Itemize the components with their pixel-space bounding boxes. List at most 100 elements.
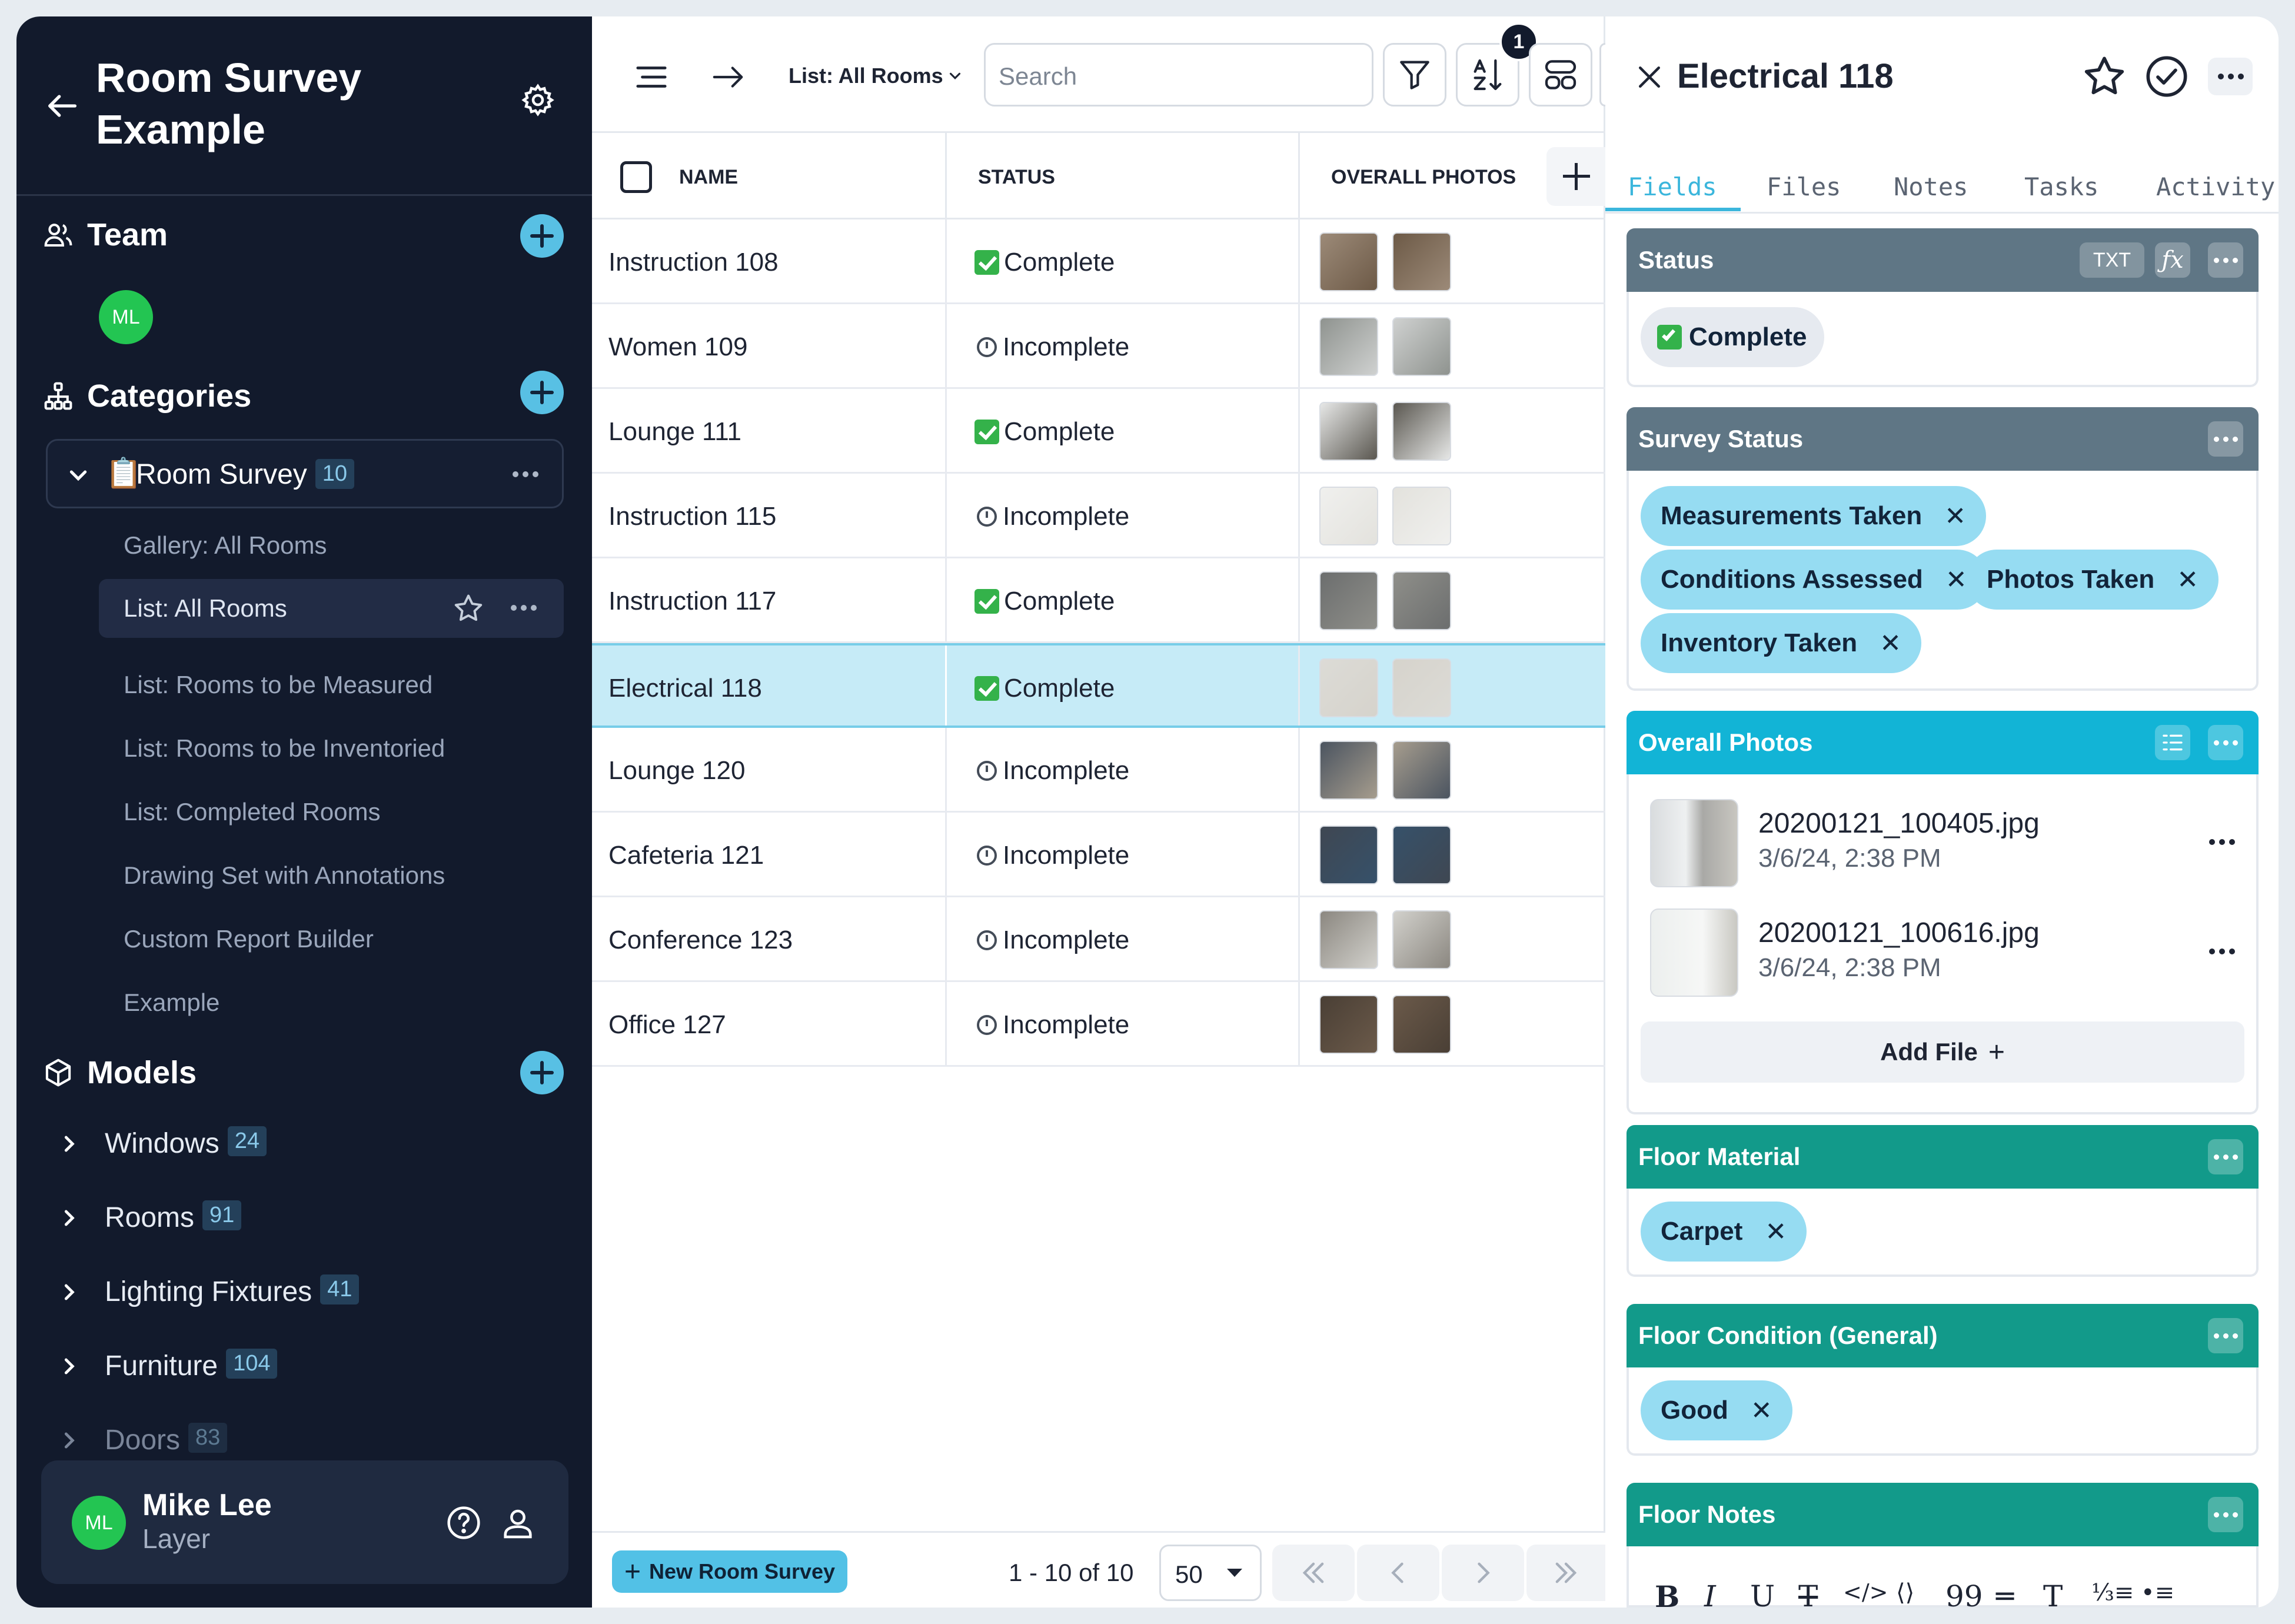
add-column-button[interactable] xyxy=(1546,147,1605,206)
view-completed-rooms[interactable]: List: Completed Rooms xyxy=(124,798,381,826)
field-more-button[interactable] xyxy=(2208,421,2243,457)
row-status[interactable]: Complete xyxy=(974,248,1115,277)
code-icon[interactable]: </> xyxy=(1843,1579,1888,1605)
photo-thumbnail[interactable] xyxy=(1392,741,1451,800)
row-status[interactable]: Incomplete xyxy=(974,332,1129,362)
code-block-icon[interactable]: ⟨⟩ xyxy=(1896,1579,1914,1606)
photo-thumbnail[interactable] xyxy=(1319,317,1378,376)
help-icon[interactable] xyxy=(445,1504,483,1542)
more-icon[interactable] xyxy=(513,471,538,477)
check-circle-icon[interactable] xyxy=(2143,53,2190,100)
table-row[interactable]: Cafeteria 121 Incomplete xyxy=(592,813,1605,897)
view-example[interactable]: Example xyxy=(124,989,219,1017)
photo-thumbnail[interactable] xyxy=(1392,826,1451,884)
column-header-overall-photos[interactable]: OVERALL PHOTOS xyxy=(1331,166,1516,189)
view-gallery-all-rooms[interactable]: Gallery: All Rooms xyxy=(124,531,327,560)
gallery-view-button[interactable] xyxy=(2155,725,2190,760)
add-file-button[interactable]: Add File + xyxy=(1641,1021,2244,1083)
tag-chip[interactable]: Photos Taken ✕ xyxy=(1967,550,2219,610)
remove-tag-icon[interactable]: ✕ xyxy=(1945,565,1967,595)
quote-icon[interactable]: 99 xyxy=(1945,1579,1983,1608)
add-category-button[interactable] xyxy=(520,371,564,414)
photo-thumbnail[interactable] xyxy=(1319,487,1378,545)
tab-activity[interactable]: Activity xyxy=(2156,172,2275,201)
chevron-down-icon[interactable] xyxy=(946,67,964,85)
photo-thumbnail[interactable] xyxy=(1319,995,1378,1054)
close-icon[interactable] xyxy=(1634,61,1665,93)
select-all-checkbox[interactable] xyxy=(620,161,652,193)
model-lighting-fixtures[interactable]: Lighting Fixtures 41 xyxy=(58,1274,360,1308)
table-row[interactable]: Instruction 115 Incomplete xyxy=(592,474,1605,558)
formula-button[interactable]: ƒx xyxy=(2155,242,2190,278)
remove-tag-icon[interactable]: ✕ xyxy=(1765,1217,1787,1247)
star-icon[interactable] xyxy=(452,592,485,625)
model-windows[interactable]: Windows 24 xyxy=(58,1126,267,1160)
tab-tasks[interactable]: Tasks xyxy=(2024,172,2098,201)
tag-chip[interactable]: Conditions Assessed ✕ xyxy=(1641,550,1987,610)
gear-icon[interactable] xyxy=(520,82,556,118)
arrow-right-icon[interactable] xyxy=(710,59,746,95)
more-button[interactable] xyxy=(2208,58,2253,95)
table-row[interactable]: Office 127 Incomplete xyxy=(592,982,1605,1067)
field-more-button[interactable] xyxy=(2208,242,2243,278)
row-status[interactable]: Incomplete xyxy=(974,841,1129,870)
text-style-icon[interactable]: T xyxy=(2043,1579,2063,1608)
tag-chip[interactable]: Good ✕ xyxy=(1641,1380,1792,1440)
table-row[interactable]: Conference 123 Incomplete xyxy=(592,897,1605,982)
photo-thumbnail[interactable] xyxy=(1319,571,1378,630)
row-status[interactable]: Incomplete xyxy=(974,502,1129,531)
view-rooms-to-be-measured[interactable]: List: Rooms to be Measured xyxy=(124,671,433,699)
filter-button[interactable] xyxy=(1383,43,1446,107)
view-list-all-rooms[interactable]: List: All Rooms xyxy=(99,579,564,638)
view-rooms-to-be-inventoried[interactable]: List: Rooms to be Inventoried xyxy=(124,734,445,763)
row-status[interactable]: Complete xyxy=(974,587,1115,616)
search-input[interactable]: Search xyxy=(984,43,1373,107)
field-more-button[interactable] xyxy=(2208,1318,2243,1353)
underline-icon[interactable]: U xyxy=(1750,1579,1775,1608)
back-arrow-icon[interactable] xyxy=(44,87,81,125)
table-row[interactable]: Lounge 120 Incomplete xyxy=(592,728,1605,813)
table-row[interactable]: Instruction 108 Complete xyxy=(592,219,1605,304)
model-doors[interactable]: Doors 83 xyxy=(58,1423,228,1456)
photo-thumbnail[interactable] xyxy=(1392,571,1451,630)
strikethrough-icon[interactable]: T xyxy=(1798,1579,1818,1608)
remove-tag-icon[interactable]: ✕ xyxy=(1944,501,1966,531)
table-row[interactable]: Instruction 117 Complete xyxy=(592,558,1605,643)
table-row[interactable]: Women 109 Incomplete xyxy=(592,304,1605,389)
tab-notes[interactable]: Notes xyxy=(1894,172,1968,201)
tag-chip[interactable]: Measurements Taken ✕ xyxy=(1641,486,1987,546)
add-model-button[interactable] xyxy=(520,1051,564,1094)
page-size-select[interactable]: 50 xyxy=(1159,1545,1262,1601)
row-status[interactable]: Complete xyxy=(974,674,1115,703)
divider-icon[interactable]: ═ xyxy=(1996,1579,2014,1608)
model-furniture[interactable]: Furniture 104 xyxy=(58,1349,278,1382)
photo-thumbnail[interactable] xyxy=(1392,402,1451,461)
italic-icon[interactable]: I xyxy=(1704,1579,1716,1608)
table-row[interactable]: Lounge 111 Complete xyxy=(592,389,1605,474)
more-icon[interactable] xyxy=(2209,839,2235,845)
file-item[interactable]: 20200121_100616.jpg 3/6/24, 2:38 PM xyxy=(1650,908,2239,1003)
tab-fields[interactable]: Fields xyxy=(1628,172,1717,201)
tag-chip[interactable]: Inventory Taken ✕ xyxy=(1641,613,1922,673)
tab-files[interactable]: Files xyxy=(1767,172,1841,201)
model-rooms[interactable]: Rooms 91 xyxy=(58,1200,242,1234)
column-header-status[interactable]: STATUS xyxy=(978,166,1055,189)
team-avatar[interactable]: ML xyxy=(99,290,153,344)
category-room-survey[interactable]: 📋 Room Survey 10 xyxy=(46,439,564,508)
user-card[interactable]: ML Mike Lee Layer xyxy=(41,1460,568,1584)
photo-thumbnail[interactable] xyxy=(1319,658,1378,717)
photo-thumbnail[interactable] xyxy=(1392,317,1451,376)
row-status[interactable]: Incomplete xyxy=(974,756,1129,786)
file-item[interactable]: 20200121_100405.jpg 3/6/24, 2:38 PM xyxy=(1650,799,2239,893)
menu-icon[interactable] xyxy=(633,59,670,95)
row-status[interactable]: Incomplete xyxy=(974,926,1129,955)
bullet-list-icon[interactable]: •≡ xyxy=(2141,1579,2174,1606)
view-selector[interactable]: List: All Rooms xyxy=(789,64,943,88)
remove-tag-icon[interactable]: ✕ xyxy=(2177,565,2198,595)
last-page-button[interactable] xyxy=(1526,1545,1605,1601)
photo-thumbnail[interactable] xyxy=(1392,487,1451,545)
photo-thumbnail[interactable] xyxy=(1319,910,1378,969)
row-status[interactable]: Complete xyxy=(974,417,1115,447)
row-status[interactable]: Incomplete xyxy=(974,1010,1129,1040)
new-room-survey-button[interactable]: + New Room Survey xyxy=(612,1550,847,1593)
